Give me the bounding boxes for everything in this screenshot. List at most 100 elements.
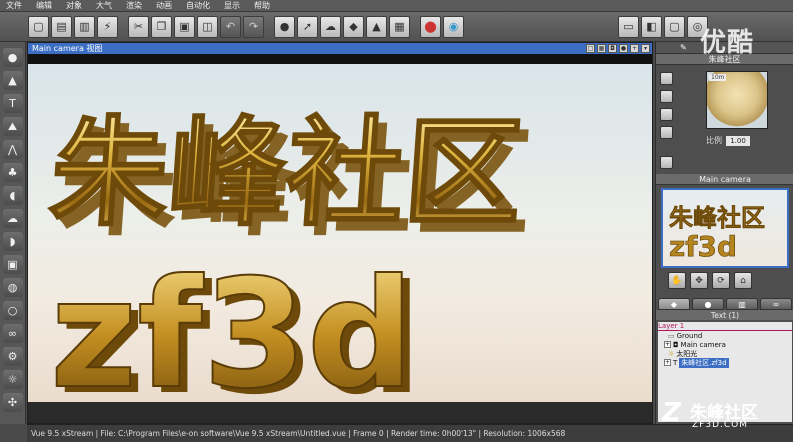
tab-links[interactable]: ∞	[760, 298, 792, 310]
watermark-top: 优酷	[700, 28, 755, 58]
paste-icon[interactable]: ▣	[174, 15, 195, 38]
plant-icon[interactable]: ♣	[2, 163, 23, 182]
expand-icon[interactable]: +	[664, 341, 671, 348]
tab-materials[interactable]: ●	[692, 298, 724, 310]
fan-icon[interactable]: ✣	[2, 393, 23, 412]
camera-icon: ◘	[673, 340, 679, 349]
open-icon[interactable]: ▤	[51, 15, 72, 38]
menu-animation[interactable]: 动画	[156, 0, 172, 11]
ground-icon: ▭	[668, 331, 675, 340]
palette-icon[interactable]: ⬤	[420, 15, 441, 38]
status-text: Vue 9.5 xStream | File: C:\Program Files…	[31, 429, 566, 438]
main-viewport[interactable]: Main camera 视图 □ ▦ ◘ ● + ▾ 朱峰社区 朱峰社区 zf3…	[27, 42, 653, 424]
scale-input[interactable]: 1.00	[726, 135, 750, 146]
box-icon[interactable]: ▣	[2, 255, 23, 274]
menu-atmosphere[interactable]: 大气	[96, 0, 112, 11]
terrain-tool-icon[interactable]: ⋀	[2, 140, 23, 159]
menu-edit[interactable]: 编辑	[36, 0, 52, 11]
terrain-icon[interactable]: ▲	[366, 15, 387, 38]
watermark-logo: Z	[662, 398, 681, 428]
mat-tool-1-icon[interactable]	[660, 72, 673, 85]
hand-icon[interactable]: ✋	[668, 272, 686, 289]
render-icon[interactable]: ●	[619, 44, 628, 53]
expand-icon[interactable]: +	[664, 359, 671, 366]
move-icon[interactable]: ✥	[690, 272, 708, 289]
tree-label: Layer 1	[658, 322, 685, 330]
main-toolbar: ▢ ▤ ▥ ⚡ ✂ ❐ ▣ ◫ ↶ ↷ ● ➚ ☁ ◆ ▲ ▦ ⬤ ◉ ▭ ◧ …	[0, 12, 793, 42]
redo-icon[interactable]: ↷	[243, 15, 264, 38]
cut-icon[interactable]: ✂	[128, 15, 149, 38]
tree-label: Main camera	[680, 340, 726, 349]
maximize-icon[interactable]: □	[586, 44, 595, 53]
save-icon[interactable]: ▥	[74, 15, 95, 38]
home-icon[interactable]: ⌂	[734, 272, 752, 289]
tree-row[interactable]: ▭ Ground	[658, 331, 792, 340]
mountain-icon[interactable]: ⛰	[2, 117, 23, 136]
menu-file[interactable]: 文件	[6, 0, 22, 11]
mat-tool-3-icon[interactable]	[660, 108, 673, 121]
grid-icon[interactable]: ▦	[389, 15, 410, 38]
camera-title-bar: Main camera	[656, 174, 793, 185]
viewport-title: Main camera 视图	[32, 44, 103, 53]
camera-preview[interactable]: 朱峰社区 zf3d	[661, 188, 789, 268]
tree-label: Ground	[676, 331, 703, 340]
sphere-icon[interactable]: ●	[2, 48, 23, 67]
mat-tool-5-icon[interactable]	[660, 156, 673, 169]
material-badge: 10m	[709, 74, 727, 81]
render-scene[interactable]: 朱峰社区 朱峰社区 zf3d zf3d	[28, 64, 652, 402]
camera-title: Main camera	[699, 174, 751, 184]
tab-library[interactable]: ▥	[726, 298, 758, 310]
right-panel: ✎ 朱峰社区 10m 比例 1.00 Main camera 朱峰社区 zf3d…	[655, 42, 793, 424]
sun-icon: ☼	[668, 349, 675, 358]
zoom-icon[interactable]: +	[630, 44, 639, 53]
menu-bar: 文件 编辑 对象 大气 渲染 动画 自动化 显示 帮助	[0, 0, 793, 12]
cube-icon[interactable]: ◆	[343, 15, 364, 38]
cone-icon[interactable]: ▲	[2, 71, 23, 90]
palette2-icon[interactable]: ◉	[443, 15, 464, 38]
film-icon[interactable]: ▭	[618, 15, 639, 38]
options-icon[interactable]: ▾	[641, 44, 650, 53]
copy-icon[interactable]: ❐	[151, 15, 172, 38]
viewport-title-bar: Main camera 视图 □ ▦ ◘ ● + ▾	[28, 43, 652, 54]
gear-icon[interactable]: ⚙	[2, 347, 23, 366]
menu-render[interactable]: 渲染	[126, 0, 142, 11]
thumb-text-line2: zf3d	[669, 230, 737, 263]
rock-icon[interactable]: ◖	[2, 186, 23, 205]
grid-view-icon[interactable]: ▦	[597, 44, 606, 53]
new-icon[interactable]: ▢	[28, 15, 49, 38]
frame-icon[interactable]: ▢	[664, 15, 685, 38]
tree-row-layer[interactable]: Layer 1	[658, 322, 792, 331]
orbit-icon[interactable]: ⟳	[712, 272, 730, 289]
pointer-icon[interactable]: ➚	[297, 15, 318, 38]
thumb-text-line1: 朱峰社区	[669, 204, 765, 232]
link-icon[interactable]: ∞	[2, 324, 23, 343]
tab-objects[interactable]: ◆	[658, 298, 690, 310]
mat-tool-4-icon[interactable]	[660, 126, 673, 139]
cloud-icon[interactable]: ☁	[320, 15, 341, 38]
camera-view-icon[interactable]: ◘	[608, 44, 617, 53]
menu-automation[interactable]: 自动化	[186, 0, 210, 11]
tree-label: 朱峰社区.zf3d	[679, 357, 729, 368]
planet-icon[interactable]: ◍	[2, 278, 23, 297]
bomb-icon[interactable]: ●	[274, 15, 295, 38]
watermark-en: ZF3D.COM	[692, 420, 748, 430]
text-icon[interactable]: T	[2, 94, 23, 113]
mat-tool-2-icon[interactable]	[660, 90, 673, 103]
text-object-icon: T	[673, 358, 678, 367]
lightning-icon[interactable]: ⚡	[97, 15, 118, 38]
undo-icon[interactable]: ↶	[220, 15, 241, 38]
menu-help[interactable]: 帮助	[254, 0, 270, 11]
duplicate-icon[interactable]: ◫	[197, 15, 218, 38]
brush-icon[interactable]: ✎	[680, 43, 687, 52]
clapper-icon[interactable]: ◧	[641, 15, 662, 38]
menu-display[interactable]: 显示	[224, 0, 240, 11]
objects-header-label: Text (1)	[710, 310, 740, 320]
tree-row-selected[interactable]: + T 朱峰社区.zf3d	[658, 357, 792, 368]
leaf-icon[interactable]: ◗	[2, 232, 23, 251]
bulb-icon[interactable]: ☼	[2, 370, 23, 389]
scene-text-line1: 朱峰社区	[46, 104, 528, 242]
cloud-tool-icon[interactable]: ☁	[2, 209, 23, 228]
ring-icon[interactable]: ○	[2, 301, 23, 320]
menu-object[interactable]: 对象	[66, 0, 82, 11]
material-preview[interactable]: 10m	[706, 71, 768, 129]
